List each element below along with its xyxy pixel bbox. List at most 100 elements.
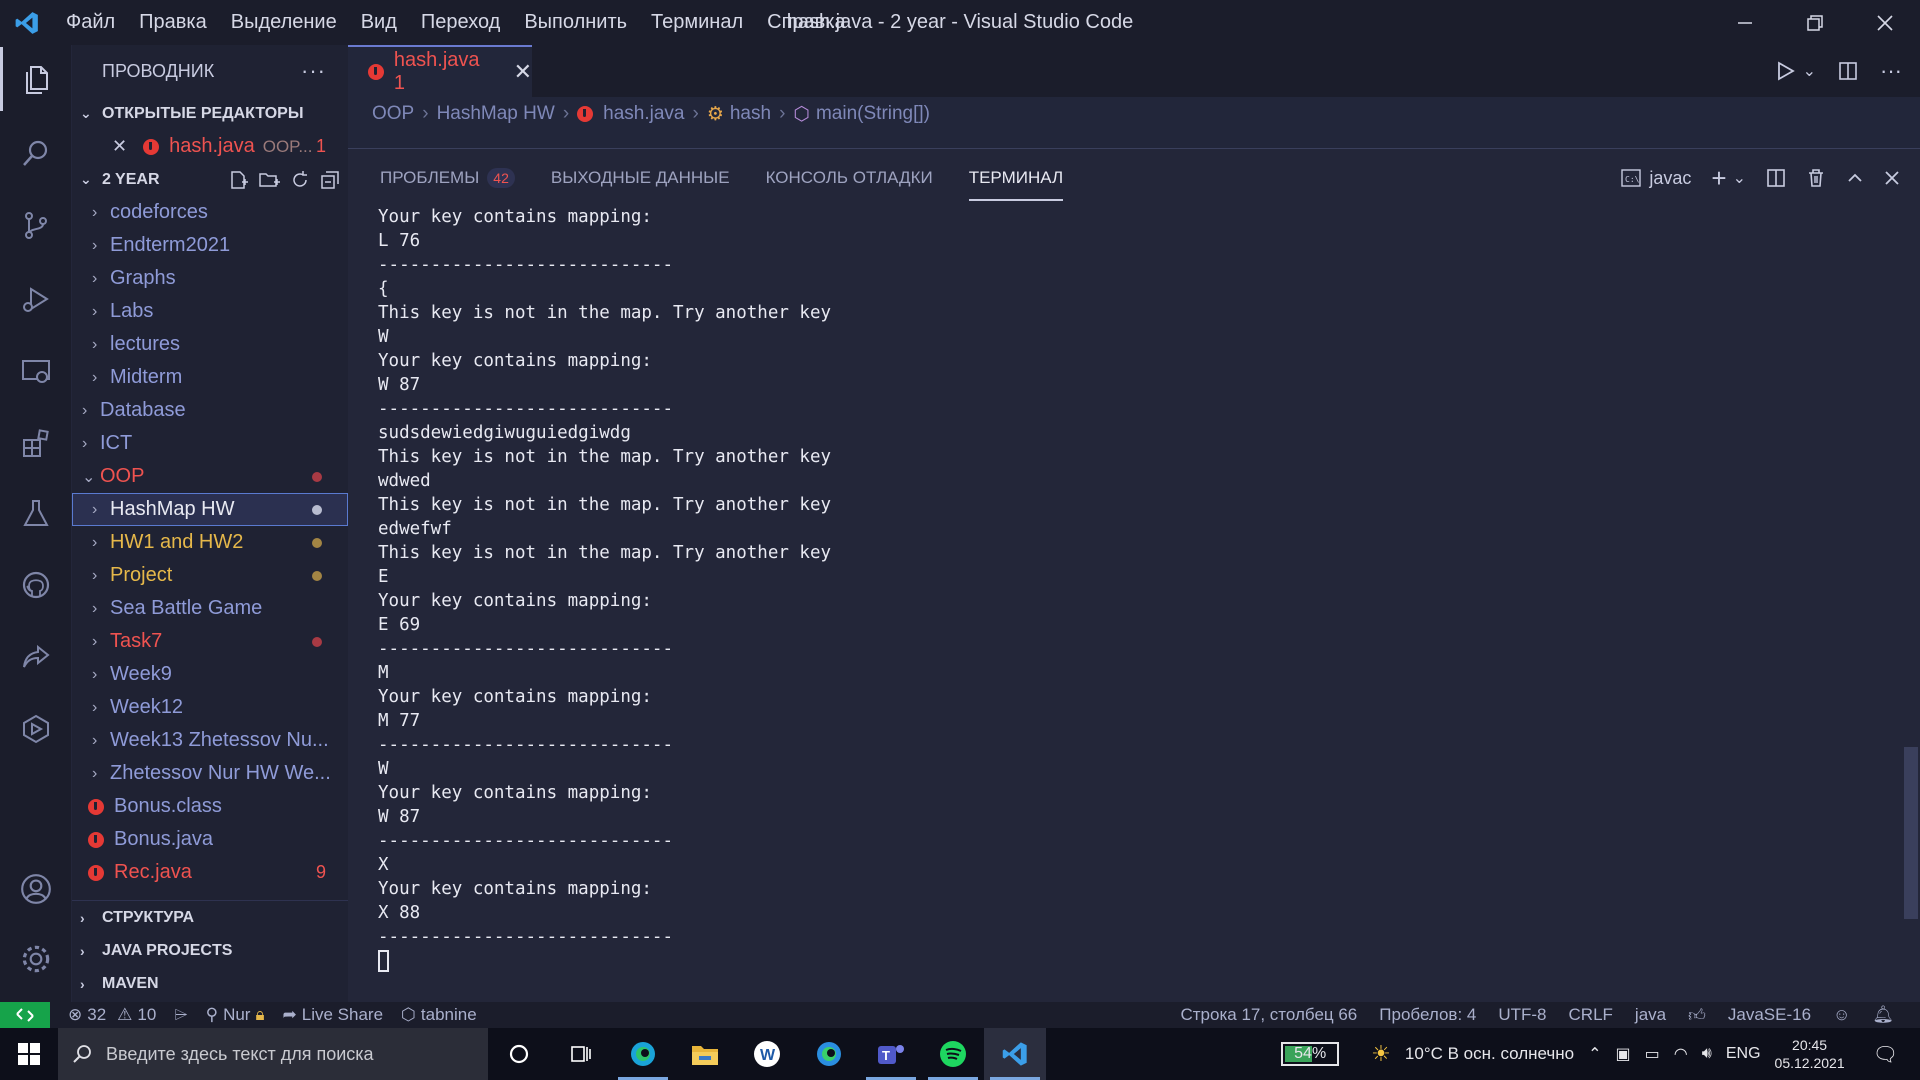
new-terminal-icon[interactable]: + — [1711, 163, 1726, 194]
menu-go[interactable]: Переход — [409, 11, 512, 34]
breadcrumb-item[interactable]: hash — [730, 103, 771, 125]
java-runtime[interactable]: JavaSE-16 — [1728, 1005, 1811, 1025]
tab-debug-console[interactable]: КОНСОЛЬ ОТЛАДКИ — [766, 149, 933, 207]
language-indicator[interactable]: ENG — [1726, 1045, 1761, 1063]
run-status-icon[interactable]: ⌲ — [174, 1005, 187, 1025]
tab-hash-java[interactable]: hash.java 1 ✕ — [348, 45, 532, 97]
thumbs-up-icon[interactable]: 👍︎ — [1688, 1005, 1706, 1026]
more-actions-icon[interactable]: ··· — [301, 58, 326, 84]
restore-button[interactable] — [1780, 0, 1850, 45]
clock[interactable]: 20:45 05.12.2021 — [1775, 1036, 1845, 1072]
close-icon[interactable]: ✕ — [112, 136, 127, 157]
tree-folder-oop[interactable]: ⌄ OOP — [72, 460, 348, 493]
project-manager-icon[interactable] — [0, 697, 72, 761]
breadcrumb-item[interactable]: main(String[]) — [816, 103, 930, 125]
wifi-icon[interactable]: ◠ — [1674, 1044, 1688, 1064]
open-editor-item[interactable]: ✕ hash.java OOP... 1 — [72, 130, 348, 163]
word-app-icon[interactable]: W — [736, 1028, 798, 1080]
close-tab-icon[interactable]: ✕ — [514, 59, 532, 85]
close-panel-icon[interactable] — [1884, 170, 1900, 186]
more-actions-icon[interactable]: ··· — [1880, 58, 1902, 84]
editor-code-area[interactable] — [348, 131, 1920, 148]
breadcrumb-item[interactable]: HashMap HW — [437, 103, 555, 125]
java-projects-section[interactable]: › JAVA PROJECTS — [72, 934, 348, 967]
action-center-icon[interactable]: 🗨︎ — [1859, 1042, 1920, 1067]
menu-edit[interactable]: Правка — [127, 11, 219, 34]
tree-file-bonus-class[interactable]: Bonus.class — [72, 790, 348, 823]
search-icon[interactable] — [0, 121, 72, 185]
language-mode[interactable]: java — [1635, 1005, 1666, 1025]
cursor-position[interactable]: Строка 17, столбец 66 — [1180, 1005, 1357, 1025]
problems-status[interactable]: ⊗ 32 ⚠ 10 — [68, 1005, 156, 1025]
tree-folder-week12[interactable]: › Week12 — [72, 691, 348, 724]
tree-folder-week9[interactable]: › Week9 — [72, 658, 348, 691]
tree-folder-endterm2021[interactable]: › Endterm2021 — [72, 229, 348, 262]
breadcrumb-item[interactable]: hash.java — [603, 103, 684, 125]
terminal-output[interactable]: Your key contains mapping: L 76 ----------… — [378, 205, 831, 973]
workspace-section[interactable]: ⌄ 2 YEAR — [72, 163, 348, 196]
edge-icon[interactable] — [798, 1028, 860, 1080]
refresh-icon[interactable] — [290, 170, 310, 190]
tree-folder-week13[interactable]: › Week13 Zhetessov Nu... — [72, 724, 348, 757]
tree-folder-ict[interactable]: › ICT — [72, 427, 348, 460]
task-view-icon[interactable] — [550, 1028, 612, 1080]
encoding[interactable]: UTF-8 — [1498, 1005, 1546, 1025]
extensions-icon[interactable] — [0, 411, 72, 475]
live-share-status[interactable]: ➦ Live Share — [283, 1005, 384, 1025]
menu-run[interactable]: Выполнить — [512, 11, 639, 34]
terminal-scrollbar[interactable] — [1904, 747, 1918, 919]
remote-explorer-icon[interactable] — [0, 339, 72, 403]
breadcrumb-item[interactable]: OOP — [372, 103, 414, 125]
tree-folder-hw1-hw2[interactable]: › HW1 and HW2 — [72, 526, 348, 559]
indentation[interactable]: Пробелов: 4 — [1379, 1005, 1476, 1025]
edge-dev-icon[interactable] — [612, 1028, 674, 1080]
minimize-button[interactable] — [1710, 0, 1780, 45]
tree-folder-database[interactable]: › Database — [72, 394, 348, 427]
tree-folder-sea-battle[interactable]: › Sea Battle Game — [72, 592, 348, 625]
menu-terminal[interactable]: Терминал — [639, 11, 755, 34]
tab-terminal[interactable]: ТЕРМИНАЛ — [968, 149, 1064, 207]
trash-icon[interactable] — [1806, 168, 1826, 188]
collapse-all-icon[interactable] — [320, 170, 340, 190]
meet-now-icon[interactable]: ▣ — [1616, 1044, 1631, 1064]
weather-text[interactable]: 10°C В осн. солнечно — [1405, 1044, 1574, 1064]
vscode-taskbar-icon[interactable] — [984, 1028, 1046, 1080]
new-folder-icon[interactable] — [258, 170, 280, 190]
remote-indicator-icon[interactable] — [0, 1002, 50, 1028]
tree-folder-graphs[interactable]: › Graphs — [72, 262, 348, 295]
menu-file[interactable]: Файл — [54, 11, 127, 34]
taskbar-search-box[interactable]: Введите здесь текст для поиска — [58, 1028, 488, 1080]
feedback-icon[interactable]: ☺ — [1833, 1005, 1850, 1025]
tree-folder-codeforces[interactable]: › codeforces — [72, 196, 348, 229]
tree-folder-project[interactable]: › Project — [72, 559, 348, 592]
cortana-icon[interactable] — [488, 1028, 550, 1080]
run-debug-icon[interactable] — [0, 267, 72, 331]
chevron-down-icon[interactable]: ⌄ — [1733, 168, 1746, 188]
tab-problems[interactable]: ПРОБЛЕМЫ 42 — [380, 149, 515, 207]
user-status[interactable]: ⚲ Nur 🔒︎ — [206, 1005, 265, 1025]
tree-folder-lectures[interactable]: › lectures — [72, 328, 348, 361]
menu-selection[interactable]: Выделение — [219, 11, 349, 34]
split-editor-icon[interactable] — [1838, 61, 1858, 81]
settings-gear-icon[interactable] — [0, 927, 72, 991]
tree-folder-midterm[interactable]: › Midterm — [72, 361, 348, 394]
menu-view[interactable]: Вид — [349, 11, 409, 34]
battery-icon[interactable]: ▭ — [1645, 1044, 1660, 1064]
windows-start-icon[interactable] — [0, 1028, 58, 1080]
line-ending[interactable]: CRLF — [1569, 1005, 1613, 1025]
chevron-down-icon[interactable]: ⌄ — [1803, 61, 1816, 81]
terminal-selector[interactable]: C:\ javac — [1621, 168, 1691, 189]
volume-icon[interactable]: 🔊︎ — [1702, 1045, 1712, 1063]
open-editors-section[interactable]: ⌄ ОТКРЫТЫЕ РЕДАКТОРЫ — [72, 97, 348, 130]
tree-folder-hashmap-hw[interactable]: › HashMap HW — [72, 493, 348, 526]
source-control-icon[interactable] — [0, 193, 72, 257]
new-file-icon[interactable] — [228, 170, 248, 190]
close-window-button[interactable] — [1850, 0, 1920, 45]
tree-folder-labs[interactable]: › Labs — [72, 295, 348, 328]
live-share-icon[interactable] — [0, 625, 72, 689]
maximize-panel-icon[interactable] — [1846, 169, 1864, 187]
teams-icon[interactable]: T — [860, 1028, 922, 1080]
chevron-up-icon[interactable]: ⌃ — [1588, 1044, 1601, 1064]
menu-help[interactable]: Справка — [755, 11, 857, 34]
run-icon[interactable] — [1777, 61, 1795, 81]
